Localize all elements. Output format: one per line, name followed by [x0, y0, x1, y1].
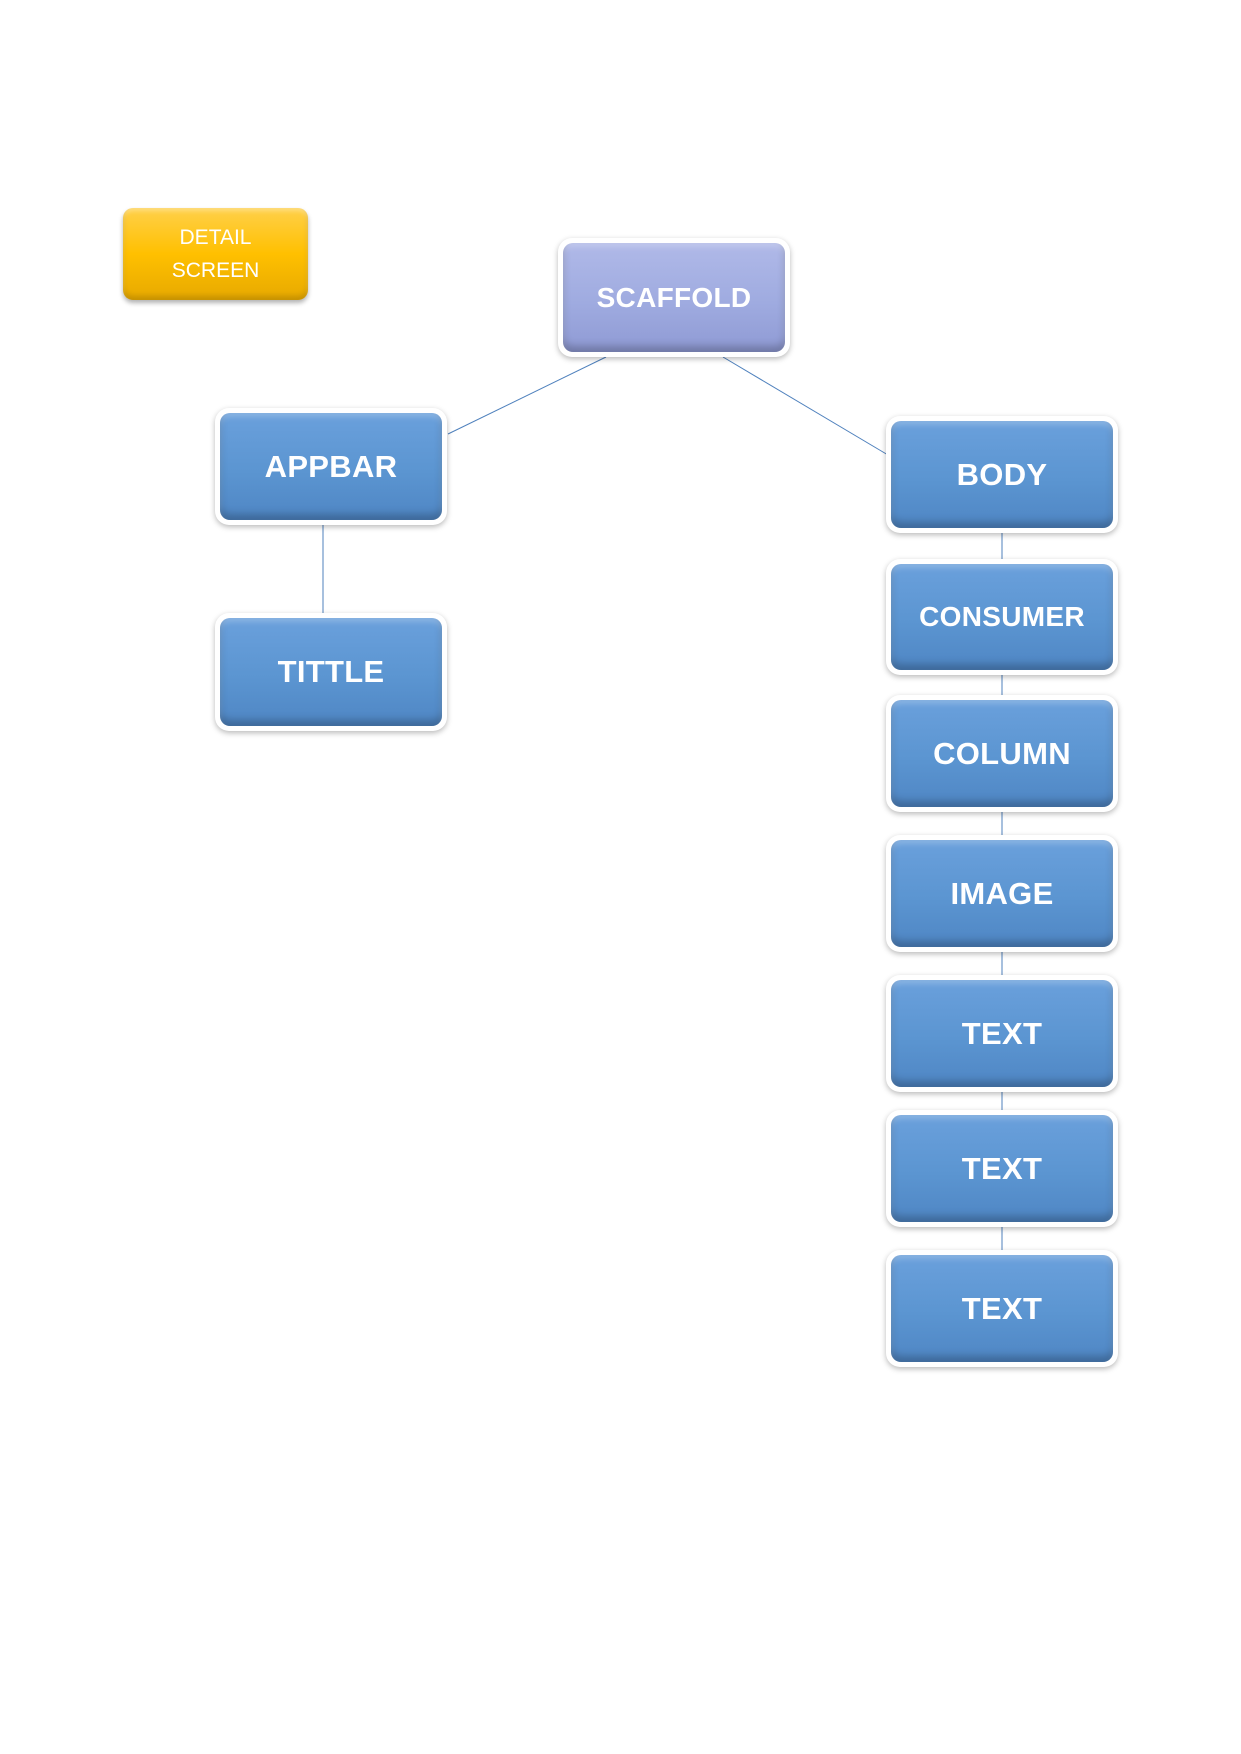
node-text-1-label: TEXT [961, 1015, 1043, 1051]
connector-scaffold-body [722, 356, 889, 456]
node-tittle-label: TITTLE [277, 654, 385, 689]
node-body-label: BODY [956, 456, 1048, 492]
node-image-label: IMAGE [950, 875, 1054, 911]
node-column-label: COLUMN [933, 735, 1071, 771]
node-text-3-label: TEXT [961, 1290, 1043, 1326]
node-consumer-label: CONSUMER [919, 601, 1085, 632]
node-scaffold: SCAFFOLD [558, 238, 790, 357]
node-text-3: TEXT [886, 1250, 1118, 1367]
node-text-2: TEXT [886, 1110, 1118, 1227]
detail-screen-label-line1: DETAIL [179, 226, 252, 249]
detail-screen-label-line2: SCREEN [171, 259, 260, 282]
node-column: COLUMN [886, 695, 1118, 812]
detail-screen-label: DETAIL SCREEN [123, 208, 308, 300]
node-appbar-label: APPBAR [264, 448, 398, 484]
node-consumer: CONSUMER [886, 559, 1118, 675]
connector-scaffold-appbar [447, 356, 607, 435]
node-scaffold-label: SCAFFOLD [596, 281, 752, 313]
node-text-1: TEXT [886, 975, 1118, 1092]
node-tittle: TITTLE [215, 613, 447, 731]
node-body: BODY [886, 416, 1118, 533]
node-image: IMAGE [886, 835, 1118, 952]
node-appbar: APPBAR [215, 408, 447, 525]
node-text-2-label: TEXT [961, 1150, 1043, 1186]
